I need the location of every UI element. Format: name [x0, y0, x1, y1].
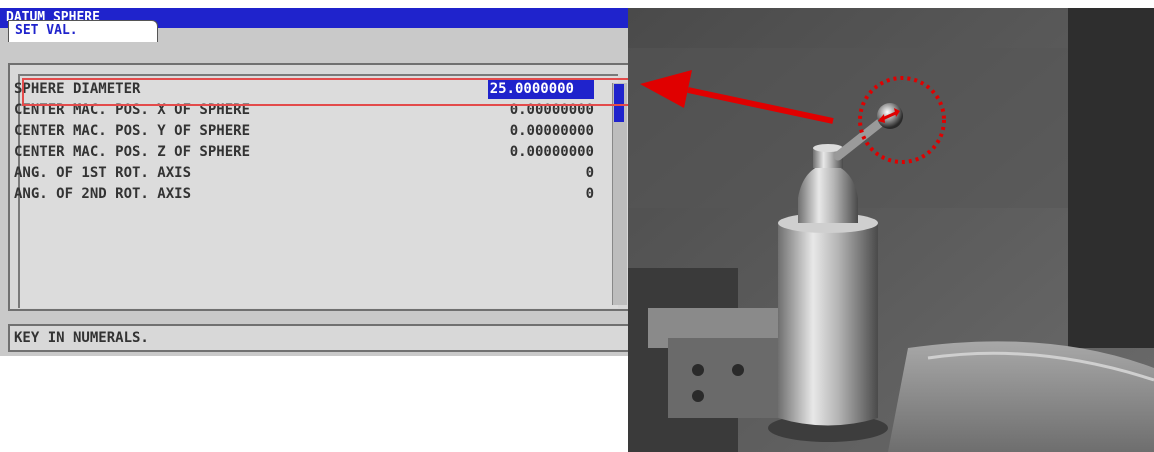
param-row-center-z[interactable]: CENTER MAC. POS. Z OF SPHERE 0.00000000 — [14, 142, 594, 162]
annotation-highlight-box — [22, 78, 642, 106]
param-value: 0.00000000 — [509, 144, 594, 160]
param-value: 0 — [585, 186, 594, 202]
status-message: KEY IN NUMERALS. — [8, 324, 638, 352]
param-value: 0 — [585, 165, 594, 181]
param-row-center-y[interactable]: CENTER MAC. POS. Y OF SPHERE 0.00000000 — [14, 121, 594, 141]
param-label: ANG. OF 2ND ROT. AXIS — [14, 186, 192, 202]
param-label: CENTER MAC. POS. Y OF SPHERE — [14, 123, 251, 139]
cnc-settings-window: DATUM SPHERE SET VAL. SPHERE DIAMETER 25… — [0, 8, 646, 356]
param-value: 0.00000000 — [509, 123, 594, 139]
param-label: ANG. OF 1ST ROT. AXIS — [14, 165, 192, 181]
param-label: CENTER MAC. POS. Z OF SPHERE — [14, 144, 251, 160]
tab-set-val[interactable]: SET VAL. — [8, 20, 158, 42]
param-row-angle-2nd[interactable]: ANG. OF 2ND ROT. AXIS 0 — [14, 184, 594, 204]
machine-photo-illustration — [628, 8, 1154, 452]
param-row-angle-1st[interactable]: ANG. OF 1ST ROT. AXIS 0 — [14, 163, 594, 183]
machine-photo — [628, 8, 1154, 452]
